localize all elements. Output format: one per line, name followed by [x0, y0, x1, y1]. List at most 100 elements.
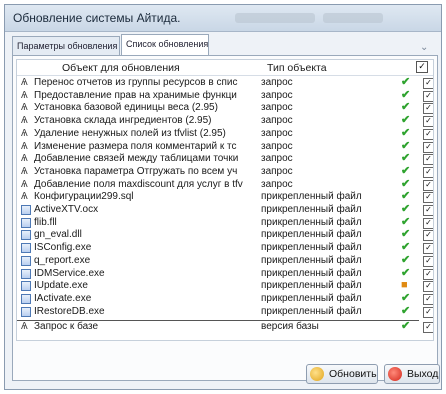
- object-name: Добавление поля maxdiscount для услуг в …: [34, 178, 243, 190]
- update-list-panel: Объект для обновления Тип объекта ✓ Ѧ Пер…: [12, 55, 438, 381]
- row-checkbox[interactable]: ✓: [423, 192, 433, 204]
- file-icon: [21, 230, 31, 241]
- table-row[interactable]: Ѧ Добавление связей между таблицами точки…: [17, 152, 433, 166]
- table-row[interactable]: ISConfig.exe прикрепленный файл ✔ ✓: [17, 241, 433, 255]
- table-row[interactable]: Ѧ Изменение размера поля комментарий к тс…: [17, 140, 433, 153]
- exit-button[interactable]: Выход: [384, 364, 440, 384]
- column-header-type[interactable]: Тип объекта: [267, 62, 327, 74]
- table-row[interactable]: IDMService.exe прикрепленный файл ✔ ✓: [17, 267, 433, 280]
- row-checkbox[interactable]: ✓: [423, 154, 433, 166]
- row-checkbox[interactable]: ✓: [423, 306, 433, 318]
- row-checkbox[interactable]: ✓: [423, 322, 433, 334]
- table-row[interactable]: Ѧ Предоставление прав на хранимые функци з…: [17, 89, 433, 102]
- row-checkbox[interactable]: ✓: [423, 141, 433, 153]
- ok-status-icon: ✔: [401, 320, 411, 333]
- ok-status-icon: ✔: [401, 215, 411, 228]
- ok-status-icon: ✔: [401, 76, 411, 88]
- table-row[interactable]: Ѧ Установка параметра Отгружать по всем у…: [17, 165, 433, 178]
- file-icon: [21, 268, 31, 279]
- row-checkbox[interactable]: ✓: [423, 217, 433, 229]
- table-row[interactable]: Ѧ Установка базовой единицы веса (2.95) за…: [17, 101, 433, 115]
- file-icon: [21, 293, 31, 304]
- ok-status-icon: ✔: [401, 291, 411, 304]
- object-name: Перенос отчетов из группы ресурсов в спи…: [34, 77, 238, 88]
- object-type: прикрепленный файл: [261, 305, 362, 317]
- row-checkbox[interactable]: ✓: [423, 205, 433, 216]
- table-row[interactable]: Ѧ Удаление ненужных полей из tfvlist (2.9…: [17, 126, 433, 140]
- chevron-down-icon[interactable]: ⌄: [420, 42, 428, 53]
- query-icon: Ѧ: [21, 127, 28, 139]
- refresh-button[interactable]: Обновить: [306, 364, 378, 384]
- object-type: прикрепленный файл: [261, 216, 362, 228]
- row-checkbox[interactable]: ✓: [423, 166, 433, 178]
- object-name: ISConfig.exe: [34, 242, 92, 254]
- table-row[interactable]: IActivate.exe прикрепленный файл ✔ ✓: [17, 291, 433, 305]
- table-row[interactable]: Ѧ Запрос к базе версия базы ✔ ✓: [17, 320, 433, 334]
- object-type: прикрепленный файл: [261, 229, 362, 241]
- ok-status-icon: ✔: [401, 190, 411, 203]
- query-icon: Ѧ: [21, 165, 28, 177]
- tab-label: Список обновления: [126, 39, 209, 49]
- ok-status-icon: ✔: [401, 253, 411, 266]
- row-checkbox[interactable]: ✓: [423, 103, 433, 115]
- row-checkbox[interactable]: ✓: [423, 90, 433, 102]
- select-all-checkbox[interactable]: ✓: [416, 61, 428, 73]
- row-checkbox[interactable]: ✓: [423, 179, 433, 191]
- row-checkbox[interactable]: ✓: [423, 243, 433, 255]
- object-type: запрос: [261, 178, 293, 190]
- object-type: запрос: [261, 165, 293, 177]
- table-row[interactable]: IRestoreDB.exe прикрепленный файл ✔ ✓: [17, 305, 433, 318]
- blurred-title-segment: [323, 13, 383, 23]
- query-icon: Ѧ: [21, 321, 28, 333]
- object-type: прикрепленный файл: [261, 292, 362, 304]
- table-row[interactable]: IUpdate.exe прикрепленный файл ■ ✓: [17, 279, 433, 293]
- file-icon: [21, 281, 31, 292]
- tab-update-list[interactable]: Список обновления: [121, 34, 209, 56]
- title-bar[interactable]: Обновление системы Айтида.: [5, 5, 441, 32]
- table-row[interactable]: Ѧ Конфигурации299.sql прикрепленный файл ✔ ✓: [17, 190, 433, 204]
- object-type: запрос: [261, 89, 293, 101]
- refresh-icon: [310, 367, 324, 381]
- row-checkbox[interactable]: ✓: [423, 116, 433, 128]
- object-name: flib.fll: [34, 216, 57, 228]
- table-row[interactable]: Ѧ Установка склада ингредиентов (2.95) зап…: [17, 114, 433, 128]
- object-type: запрос: [261, 127, 293, 139]
- query-icon: Ѧ: [21, 89, 28, 101]
- query-icon: Ѧ: [21, 77, 28, 88]
- table-row[interactable]: flib.fll прикрепленный файл ✔ ✓: [17, 215, 433, 229]
- table-row[interactable]: Ѧ Перенос отчетов из группы ресурсов в сп…: [17, 76, 433, 89]
- table-row[interactable]: ActiveXTV.ocx прикрепленный файл ✔ ✓: [17, 203, 433, 216]
- row-checkbox[interactable]: ✓: [423, 281, 433, 293]
- object-name: gn_eval.dll: [34, 229, 82, 241]
- file-icon: [21, 205, 31, 215]
- row-checkbox[interactable]: ✓: [423, 268, 433, 280]
- object-name: IUpdate.exe: [34, 280, 88, 292]
- ok-status-icon: ✔: [401, 114, 411, 127]
- object-type: прикрепленный файл: [261, 204, 362, 215]
- query-icon: Ѧ: [21, 178, 28, 190]
- table-row[interactable]: q_report.exe прикрепленный файл ✔ ✓: [17, 253, 433, 267]
- object-name: Установка базовой единицы веса (2.95): [34, 102, 218, 114]
- column-header-object[interactable]: Объект для обновления: [62, 62, 180, 74]
- query-icon: Ѧ: [21, 191, 28, 203]
- object-type: прикрепленный файл: [261, 242, 362, 254]
- table-row[interactable]: gn_eval.dll прикрепленный файл ✔ ✓: [17, 228, 433, 242]
- object-type: прикрепленный файл: [261, 267, 362, 279]
- row-checkbox[interactable]: ✓: [423, 78, 433, 89]
- table-row[interactable]: Ѧ Добавление поля maxdiscount для услуг в…: [17, 178, 433, 191]
- row-checkbox[interactable]: ✓: [423, 230, 433, 242]
- ok-status-icon: ✔: [401, 126, 411, 139]
- tab-update-parameters[interactable]: Параметры обновления: [12, 36, 120, 56]
- object-name: Конфигурации299.sql: [34, 191, 134, 203]
- object-name: Запрос к базе: [34, 321, 99, 333]
- row-checkbox[interactable]: ✓: [423, 293, 433, 305]
- row-checkbox[interactable]: ✓: [423, 255, 433, 267]
- query-icon: Ѧ: [21, 115, 28, 127]
- window-title: Обновление системы Айтида.: [13, 11, 181, 25]
- object-name: IRestoreDB.exe: [34, 305, 105, 317]
- object-name: Изменение размера поля комментарий к тс: [34, 140, 237, 152]
- file-icon: [21, 306, 31, 317]
- row-checkbox[interactable]: ✓: [423, 128, 433, 140]
- object-type: запрос: [261, 140, 293, 152]
- ok-status-icon: ✔: [401, 152, 411, 165]
